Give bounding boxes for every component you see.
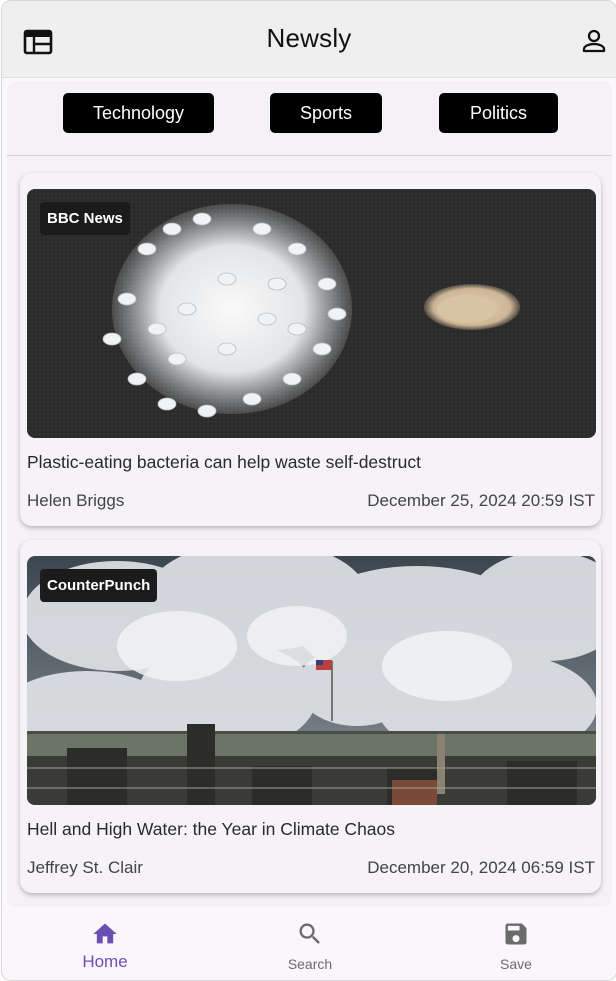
article-date: December 20, 2024 06:59 IST (367, 858, 595, 877)
article-image[interactable]: CounterPunch (27, 556, 596, 805)
app-frame: Newsly Technology Sports Politics BBC Ne… (1, 0, 616, 981)
home-icon (93, 923, 117, 944)
nav-save[interactable]: Save (456, 908, 576, 980)
source-badge: CounterPunch (40, 569, 158, 602)
person-icon[interactable] (581, 28, 607, 54)
app-title: Newsly (266, 23, 352, 53)
source-badge: BBC News (40, 202, 130, 235)
article-date: December 25, 2024 20:59 IST (367, 491, 595, 510)
save-icon (505, 923, 527, 945)
article-headline[interactable]: Plastic-eating bacteria can help waste s… (27, 452, 421, 473)
nav-search-label: Search (287, 956, 333, 972)
article-image[interactable]: BBC News (27, 189, 596, 438)
news-feed: Technology Sports Politics BBC News Plas… (7, 81, 612, 907)
category-chip-technology[interactable]: Technology (63, 93, 214, 133)
nav-search[interactable]: Search (250, 908, 370, 980)
article-card[interactable]: CounterPunch Hell and High Water: the Ye… (20, 540, 601, 893)
nav-home[interactable]: Home (45, 908, 165, 980)
article-headline[interactable]: Hell and High Water: the Year in Climate… (27, 819, 395, 840)
category-bar: Technology Sports Politics (7, 81, 612, 156)
search-icon (299, 923, 320, 944)
category-chip-politics[interactable]: Politics (439, 93, 558, 133)
nav-save-label: Save (500, 956, 532, 972)
article-author: Helen Briggs (27, 491, 125, 510)
article-card[interactable]: BBC News Plastic-eating bacteria can hel… (20, 173, 601, 526)
bottom-navigation: Home Search Save (2, 908, 616, 980)
nav-home-label: Home (82, 952, 128, 971)
category-chip-sports[interactable]: Sports (270, 93, 382, 133)
app-bar: Newsly (2, 1, 616, 78)
article-author: Jeffrey St. Clair (27, 858, 143, 877)
